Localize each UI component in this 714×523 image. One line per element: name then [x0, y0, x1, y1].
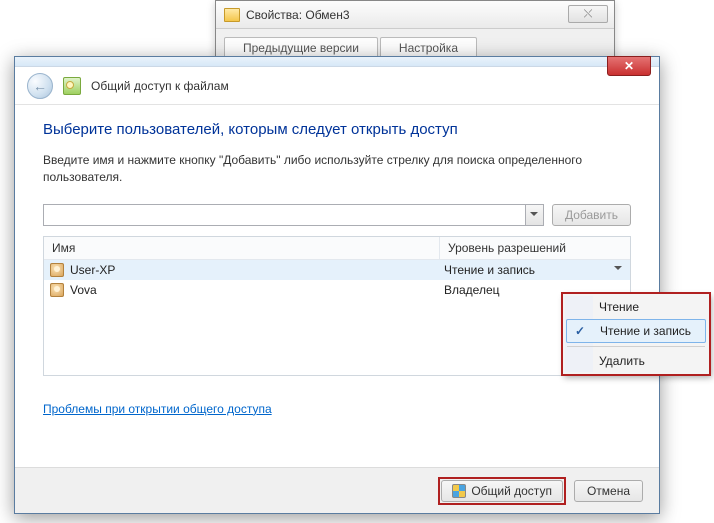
perm-option-read[interactable]: Чтение — [565, 296, 707, 318]
user-name-cell: Vova — [44, 283, 440, 297]
file-sharing-dialog: ✕ ← Общий доступ к файлам Выберите польз… — [14, 56, 660, 514]
file-sharing-icon — [63, 77, 81, 95]
column-name[interactable]: Имя — [44, 237, 440, 259]
user-icon — [50, 263, 64, 277]
instruction-text: Введите имя и нажмите кнопку "Добавить" … — [43, 152, 631, 186]
perm-option-label: Чтение — [599, 300, 639, 314]
shield-icon — [452, 484, 466, 498]
back-arrow-icon: ← — [33, 78, 47, 94]
share-button-label: Общий доступ — [471, 484, 552, 498]
close-button[interactable]: ✕ — [607, 56, 651, 76]
check-icon: ✓ — [575, 324, 585, 338]
user-row[interactable]: User-XP Чтение и запись — [44, 260, 630, 280]
properties-tabs: Предыдущие версии Настройка — [216, 29, 614, 58]
dialog-title: Общий доступ к файлам — [91, 79, 229, 93]
permission-value: Владелец — [444, 283, 500, 297]
close-icon: ⤬ — [584, 8, 593, 21]
share-button-highlight: Общий доступ — [438, 477, 566, 505]
tab-previous-versions[interactable]: Предыдущие версии — [224, 37, 378, 58]
user-name: User-XP — [70, 263, 115, 277]
users-list-header: Имя Уровень разрешений — [44, 237, 630, 260]
menu-separator — [567, 346, 705, 347]
user-name: Vova — [70, 283, 97, 297]
user-row[interactable]: Vova Владелец — [44, 280, 630, 300]
user-combobox[interactable] — [43, 204, 544, 226]
perm-option-label: Удалить — [599, 354, 645, 368]
tab-customize[interactable]: Настройка — [380, 37, 477, 58]
column-permissions[interactable]: Уровень разрешений — [440, 237, 630, 259]
users-list: Имя Уровень разрешений User-XP Чтение и … — [43, 236, 631, 376]
add-user-row: Добавить — [43, 204, 631, 226]
properties-close-button[interactable]: ⤬ — [568, 5, 608, 23]
folder-icon — [224, 8, 240, 22]
permission-value: Чтение и запись — [444, 263, 535, 277]
dialog-chrome: ✕ — [15, 57, 659, 67]
troubleshoot-link[interactable]: Проблемы при открытии общего доступа — [43, 402, 272, 416]
user-icon — [50, 283, 64, 297]
add-button[interactable]: Добавить — [552, 204, 631, 226]
main-heading: Выберите пользователей, которым следует … — [43, 121, 631, 138]
properties-titlebar[interactable]: Свойства: Обмен3 ⤬ — [216, 1, 614, 29]
properties-title: Свойства: Обмен3 — [246, 8, 350, 22]
dialog-header: ← Общий доступ к файлам — [15, 67, 659, 105]
perm-option-remove[interactable]: Удалить — [565, 350, 707, 372]
permission-menu: Чтение ✓ Чтение и запись Удалить — [562, 293, 710, 375]
back-button[interactable]: ← — [27, 73, 53, 99]
perm-option-label: Чтение и запись — [600, 324, 691, 338]
chevron-down-icon[interactable] — [525, 205, 543, 225]
cancel-button[interactable]: Отмена — [574, 480, 643, 502]
dialog-footer: Общий доступ Отмена — [15, 467, 659, 513]
share-button[interactable]: Общий доступ — [441, 480, 563, 502]
user-name-cell: User-XP — [44, 263, 440, 277]
dialog-content: Выберите пользователей, которым следует … — [15, 105, 659, 426]
permission-cell[interactable]: Чтение и запись — [440, 262, 630, 277]
perm-option-read-write[interactable]: ✓ Чтение и запись — [566, 319, 706, 343]
chevron-down-icon[interactable] — [614, 262, 622, 277]
close-icon: ✕ — [624, 59, 634, 73]
